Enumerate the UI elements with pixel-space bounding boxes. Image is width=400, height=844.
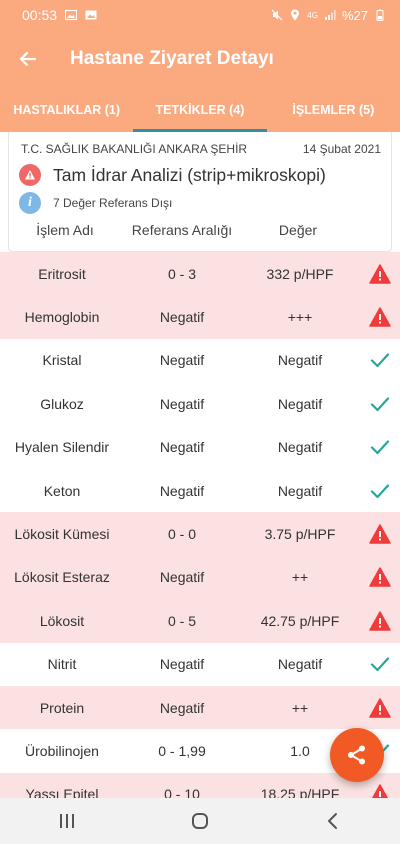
network-type: 4G — [307, 10, 318, 20]
system-nav-bar — [0, 798, 400, 844]
result-value: +++ — [287, 309, 313, 326]
battery-percent: %27 — [341, 7, 368, 23]
result-reference: Negatif — [159, 569, 205, 586]
result-name: Kristal — [42, 352, 82, 369]
column-header-reference: Referans Aralığı — [131, 222, 233, 238]
table-row[interactable]: Nitrit Negatif Negatif — [0, 642, 400, 686]
result-name: Lökosit Kümesi — [14, 526, 110, 543]
test-summary-card: T.C. SAĞLIK BAKANLIĞI ANKARA ŞEHİR 14 Şu… — [8, 132, 392, 252]
check-icon — [360, 439, 400, 455]
recent-apps-button[interactable] — [37, 798, 97, 844]
status-time: 00:53 — [22, 7, 58, 23]
table-row[interactable]: Keton Negatif Negatif — [0, 468, 400, 513]
share-button[interactable] — [330, 728, 384, 782]
share-icon — [348, 745, 365, 765]
result-name: Protein — [39, 699, 85, 716]
table-row[interactable]: Lökosit Kümesi 0 - 0 3.75 p/HPF — [0, 512, 400, 556]
results-table: Eritrosit 0 - 3 332 p/HPF Hemoglobin Negatif… — [0, 252, 400, 817]
result-reference: 0 - 5 — [167, 612, 196, 629]
table-header: İşlem Adı Referans Aralığı Değer — [9, 222, 393, 238]
gallery-notification-icon — [65, 9, 78, 21]
recent-apps-icon — [59, 814, 74, 828]
result-reference: 0 - 3 — [167, 265, 196, 282]
tab-bar: HASTALIKLAR (1) TETKİKLER (4) İŞLEMLER (… — [0, 88, 400, 132]
status-bar: 00:53 4G %27 — [0, 0, 400, 30]
location-icon — [291, 9, 300, 21]
result-name: Lökosit — [39, 612, 85, 629]
warning-triangle-icon — [360, 524, 400, 544]
result-value: Negatif — [277, 482, 323, 499]
result-value: 42.75 p/HPF — [260, 612, 340, 629]
mute-icon — [271, 9, 283, 21]
column-header-value: Değer — [278, 222, 318, 238]
arrow-left-icon — [19, 51, 37, 67]
test-name: Tam İdrar Analizi (strip+mikroskopi) — [53, 164, 326, 185]
tab-tests[interactable]: TETKİKLER (4) — [133, 88, 267, 132]
result-reference: 0 - 1,99 — [158, 742, 206, 759]
home-button[interactable] — [170, 798, 230, 844]
result-value: Negatif — [277, 656, 323, 673]
warning-triangle-icon — [360, 567, 400, 588]
table-row[interactable]: Eritrosit 0 - 3 332 p/HPF — [0, 252, 400, 296]
visit-date: 14 Şubat 2021 — [302, 142, 381, 156]
result-value: ++ — [291, 569, 309, 586]
result-name: Hyalen Silendir — [14, 439, 110, 456]
info-icon: i — [19, 192, 41, 214]
out-of-range-info: 7 Değer Referans Dışı — [53, 196, 173, 210]
result-value: Negatif — [277, 439, 323, 456]
result-reference: Negatif — [159, 439, 205, 456]
table-row[interactable]: Lökosit 0 - 5 42.75 p/HPF — [0, 599, 400, 643]
warning-triangle-icon — [360, 307, 400, 327]
warning-triangle-icon — [360, 263, 400, 284]
result-name: Glukoz — [40, 395, 84, 412]
result-name: Keton — [43, 482, 81, 499]
system-back-button[interactable] — [303, 798, 363, 844]
table-row[interactable]: Lökosit Esteraz Negatif ++ — [0, 555, 400, 600]
result-reference: Negatif — [159, 395, 205, 412]
result-value: Negatif — [277, 395, 323, 412]
result-reference: Negatif — [159, 656, 205, 673]
result-reference: 0 - 0 — [167, 526, 196, 543]
check-icon — [360, 656, 400, 672]
result-reference: Negatif — [159, 699, 205, 716]
result-value: 332 p/HPF — [266, 265, 334, 282]
check-icon — [360, 352, 400, 368]
result-reference: Negatif — [159, 482, 205, 499]
image-notification-icon — [85, 10, 97, 20]
result-reference: Negatif — [159, 352, 205, 369]
signal-icon — [324, 10, 336, 20]
result-value: 3.75 p/HPF — [264, 526, 336, 543]
check-icon — [360, 483, 400, 499]
result-name: Ürobilinojen — [25, 742, 99, 759]
check-icon — [360, 396, 400, 412]
warning-triangle-icon — [360, 697, 400, 718]
table-row[interactable]: Glukoz Negatif Negatif — [0, 382, 400, 426]
result-name: Nitrit — [47, 656, 77, 673]
warning-icon — [19, 164, 41, 186]
chevron-left-icon — [328, 813, 338, 829]
page-title: Hastane Ziyaret Detayı — [70, 48, 274, 69]
back-button[interactable] — [0, 30, 56, 88]
result-name: Lökosit Esteraz — [14, 569, 110, 586]
result-reference: Negatif — [159, 309, 205, 326]
tab-diseases[interactable]: HASTALIKLAR (1) — [0, 88, 133, 132]
result-name: Hemoglobin — [24, 309, 100, 326]
result-value: ++ — [291, 699, 309, 716]
app-bar: Hastane Ziyaret Detayı — [0, 30, 400, 88]
result-value: Negatif — [277, 352, 323, 369]
warning-triangle-icon — [360, 611, 400, 631]
table-row[interactable]: Hyalen Silendir Negatif Negatif — [0, 425, 400, 469]
tab-procedures[interactable]: İŞLEMLER (5) — [267, 88, 400, 132]
table-row[interactable]: Hemoglobin Negatif +++ — [0, 295, 400, 339]
institution-name: T.C. SAĞLIK BAKANLIĞI ANKARA ŞEHİR — [21, 142, 248, 156]
table-row[interactable]: Kristal Negatif Negatif — [0, 338, 400, 383]
column-header-name: İşlem Adı — [36, 222, 94, 238]
table-row[interactable]: Protein Negatif ++ — [0, 685, 400, 730]
battery-icon — [376, 9, 384, 21]
home-icon — [191, 813, 208, 829]
result-name: Eritrosit — [38, 265, 86, 282]
